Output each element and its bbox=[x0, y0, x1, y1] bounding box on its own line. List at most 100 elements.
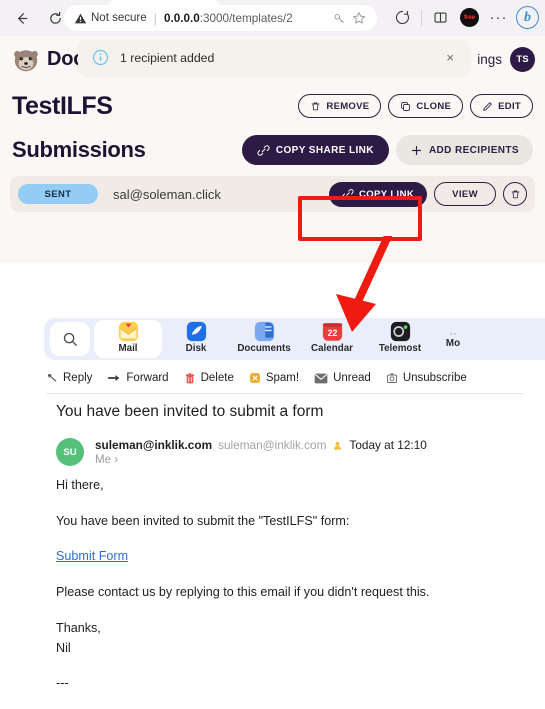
reply-button[interactable]: Reply bbox=[46, 372, 92, 384]
submission-row[interactable]: SENT sal@soleman.click COPY LINK VIEW bbox=[10, 176, 535, 212]
forward-button[interactable]: Forward bbox=[107, 372, 169, 384]
add-recipients-label: ADD RECIPIENTS bbox=[428, 144, 519, 156]
unsubscribe-label: Unsubscribe bbox=[402, 372, 467, 384]
app-switcher: Mail Disk Documents 22 Calendar Telemost… bbox=[44, 318, 545, 360]
address-bar[interactable]: Not secure | 0.0.0.0:3000/templates/2 bbox=[64, 5, 377, 31]
submissions-header-row: Submissions COPY SHARE LINK ADD RECIPIEN… bbox=[0, 127, 545, 173]
email-invite-line: You have been invited to submit the "Tes… bbox=[56, 513, 350, 528]
pencil-icon bbox=[483, 101, 492, 111]
email-recipient-line[interactable]: Me › bbox=[95, 454, 427, 466]
mail-toolbar: Reply Forward Delete Spam! Unread Unsubs… bbox=[46, 366, 516, 390]
app-switcher-item-calendar[interactable]: 22 Calendar bbox=[298, 320, 366, 358]
not-secure-icon bbox=[74, 12, 87, 25]
trash-icon bbox=[511, 190, 519, 198]
copy-share-link-label: COPY SHARE LINK bbox=[275, 144, 374, 156]
address-bar-url: 0.0.0.0:3000/templates/2 bbox=[164, 12, 293, 25]
delete-submission-button[interactable] bbox=[503, 182, 527, 206]
sender-avatar: SU bbox=[56, 438, 84, 466]
email-body: Hi there, You have been invited to submi… bbox=[56, 478, 526, 709]
more-options-icon[interactable]: ··· bbox=[485, 4, 512, 31]
calendar-icon: 22 bbox=[322, 323, 342, 341]
spam-label: Spam! bbox=[265, 372, 300, 384]
extension-slot: free bbox=[456, 4, 483, 31]
app-switcher-label: Mail bbox=[118, 343, 138, 354]
email-signoff: Thanks, bbox=[56, 620, 101, 635]
chevron-right-icon: › bbox=[114, 454, 119, 466]
clone-button[interactable]: CLONE bbox=[388, 94, 464, 118]
app-switcher-item-disk[interactable]: Disk bbox=[162, 320, 230, 358]
copy-icon bbox=[401, 101, 411, 111]
email-sender-row: SU suleman@inklik.com suleman@inklik.com… bbox=[56, 438, 427, 466]
document-title-row: TestILFS REMOVE CLONE EDIT bbox=[0, 85, 545, 127]
toast-message: 1 recipient added bbox=[120, 50, 215, 65]
reply-icon bbox=[48, 374, 57, 382]
remove-button-label: REMOVE bbox=[326, 100, 370, 112]
settings-link[interactable]: ings bbox=[477, 52, 502, 67]
email-contact-line: Please contact us by replying to this em… bbox=[56, 585, 430, 600]
submissions-heading: Submissions bbox=[12, 137, 146, 162]
email-signature: Nil bbox=[56, 640, 71, 655]
edit-button[interactable]: EDIT bbox=[470, 94, 533, 118]
info-icon bbox=[92, 49, 109, 66]
copy-share-link-button[interactable]: COPY SHARE LINK bbox=[241, 135, 389, 165]
submissions-actions: COPY SHARE LINK ADD RECIPIENTS bbox=[241, 135, 533, 165]
forward-label: Forward bbox=[126, 372, 169, 384]
reply-label: Reply bbox=[63, 372, 93, 384]
delete-label: Delete bbox=[200, 372, 234, 384]
more-apps-icon: ·· bbox=[449, 327, 457, 340]
forward-icon bbox=[108, 375, 120, 381]
unsubscribe-button[interactable]: Unsubscribe bbox=[386, 372, 467, 384]
delete-button[interactable]: Delete bbox=[184, 372, 234, 385]
app-switcher-label: Calendar bbox=[311, 343, 353, 354]
user-avatar[interactable]: TS bbox=[510, 47, 535, 72]
copy-link-label: COPY LINK bbox=[358, 188, 415, 200]
copilot-icon[interactable]: b bbox=[516, 6, 539, 29]
toolbar-divider bbox=[421, 9, 422, 26]
mail-icon bbox=[118, 321, 138, 342]
browser-essentials-icon[interactable] bbox=[389, 4, 416, 31]
url-path: :3000/templates/2 bbox=[199, 11, 293, 25]
free-extension-icon[interactable]: free bbox=[460, 8, 479, 27]
view-button-label: VIEW bbox=[452, 188, 478, 200]
app-switcher-label: Telemost bbox=[378, 343, 422, 354]
submit-form-link-paragraph: Submit Form bbox=[56, 549, 526, 565]
url-host: 0.0.0.0 bbox=[164, 11, 200, 25]
disk-icon bbox=[186, 321, 206, 342]
svg-text:22: 22 bbox=[327, 328, 337, 338]
star-icon[interactable] bbox=[349, 8, 369, 28]
toast-close-button[interactable]: × bbox=[440, 50, 460, 65]
docuseal-logo-icon[interactable] bbox=[12, 46, 40, 74]
trash-icon bbox=[312, 102, 320, 110]
spam-icon bbox=[249, 373, 260, 383]
unread-button[interactable]: Unread bbox=[314, 372, 371, 384]
remove-button[interactable]: REMOVE bbox=[298, 94, 382, 118]
header-actions: ings TS bbox=[477, 36, 535, 83]
browser-toolbar-actions: free ··· b bbox=[389, 4, 541, 31]
app-switcher-item-telemost[interactable]: Telemost bbox=[366, 320, 434, 358]
app-switcher-item-more[interactable]: ·· Mo bbox=[436, 327, 470, 349]
email-recipient: Me bbox=[95, 454, 111, 466]
email-greeting: Hi there, bbox=[56, 478, 104, 492]
toast-notification: 1 recipient added × bbox=[78, 40, 470, 75]
submit-form-link[interactable]: Submit Form bbox=[56, 549, 128, 563]
search-icon bbox=[63, 332, 77, 346]
mail-client: Mail Disk Documents 22 Calendar Telemost… bbox=[0, 263, 545, 709]
view-button[interactable]: VIEW bbox=[434, 182, 496, 206]
split-screen-icon[interactable] bbox=[427, 4, 454, 31]
search-button[interactable] bbox=[50, 322, 90, 356]
clone-button-label: CLONE bbox=[416, 100, 452, 112]
page-title: TestILFS bbox=[12, 91, 113, 120]
back-button[interactable] bbox=[6, 3, 36, 33]
recipient-email: sal@soleman.click bbox=[113, 186, 221, 202]
copy-link-button[interactable]: COPY LINK bbox=[328, 181, 428, 207]
app-switcher-item-documents[interactable]: Documents bbox=[230, 320, 298, 358]
omnibox-separator: | bbox=[153, 10, 157, 26]
add-recipients-button[interactable]: ADD RECIPIENTS bbox=[395, 135, 533, 165]
telemost-icon bbox=[390, 321, 410, 342]
sender-name: suleman@inklik.com bbox=[95, 438, 213, 452]
app-switcher-label: Mo bbox=[445, 337, 461, 349]
spam-button[interactable]: Spam! bbox=[249, 372, 299, 384]
key-icon[interactable] bbox=[329, 8, 349, 28]
browser-toolbar: Not secure | 0.0.0.0:3000/templates/2 fr… bbox=[0, 0, 545, 36]
app-switcher-item-mail[interactable]: Mail bbox=[94, 320, 162, 358]
